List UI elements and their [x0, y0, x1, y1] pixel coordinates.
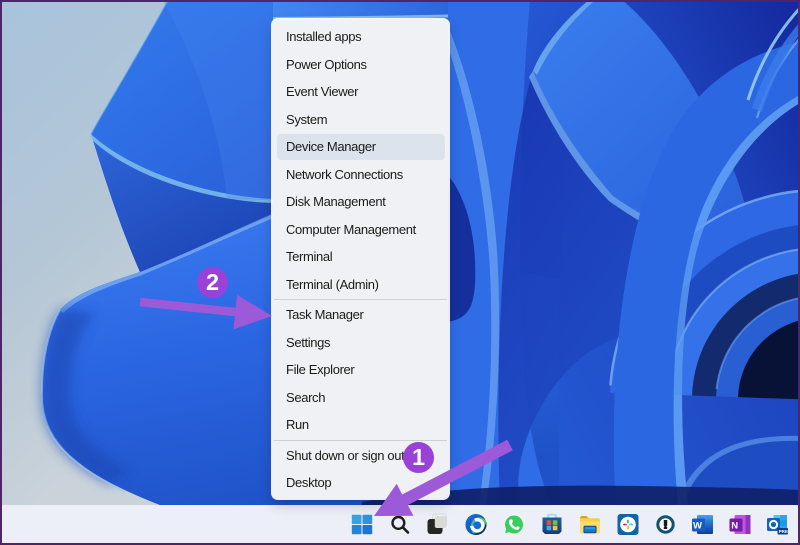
svg-text:N: N [731, 520, 738, 531]
svg-text:PRE: PRE [779, 529, 788, 534]
svg-text:W: W [693, 520, 702, 531]
